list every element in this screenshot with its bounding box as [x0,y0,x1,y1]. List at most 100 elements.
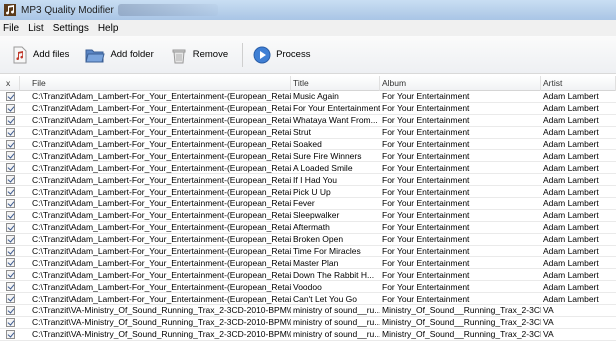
cell-album: For Your Entertainment [382,257,470,268]
row-checkbox[interactable] [6,115,15,125]
table-row[interactable]: C:\Tranzit\VA-Ministry_Of_Sound_Running_… [0,329,616,341]
process-button[interactable]: Process [249,42,314,68]
add-folder-button[interactable]: Add folder [81,42,157,68]
table-row[interactable]: C:\Tranzit\Adam_Lambert-For_Your_Enterta… [0,186,616,199]
row-checkbox[interactable] [6,317,15,327]
row-checkbox[interactable] [6,246,15,256]
app-icon [4,4,16,16]
table-row[interactable]: C:\Tranzit\Adam_Lambert-For_Your_Enterta… [0,257,616,270]
table-row[interactable]: C:\Tranzit\Adam_Lambert-For_Your_Enterta… [0,174,616,187]
table-row[interactable]: C:\Tranzit\VA-Ministry_Of_Sound_Running_… [0,305,616,317]
table-row[interactable]: C:\Tranzit\VA-Ministry_Of_Sound_Running_… [0,317,616,329]
menu-list[interactable]: List [28,23,44,34]
menu-settings[interactable]: Settings [53,23,89,34]
cell-album: For Your Entertainment [382,115,470,126]
table-row[interactable]: C:\Tranzit\Adam_Lambert-For_Your_Enterta… [0,234,616,246]
add-files-button[interactable]: Add files [8,42,73,68]
row-checkbox[interactable] [6,91,15,101]
row-checkbox[interactable] [6,163,15,173]
menu-file[interactable]: File [3,23,19,34]
row-checkbox-cell [0,139,20,149]
cell-title: Sure Fire Winners [293,150,362,161]
column-header-x[interactable]: x [0,76,20,91]
cell-album: For Your Entertainment [382,198,470,209]
table-row[interactable]: C:\Tranzit\Adam_Lambert-For_Your_Enterta… [0,103,616,115]
cell-album: For Your Entertainment [382,293,470,304]
menu-help[interactable]: Help [98,23,119,34]
table-row[interactable]: C:\Tranzit\Adam_Lambert-For_Your_Enterta… [0,127,616,139]
cell-title: Strut [293,127,311,138]
row-checkbox[interactable] [6,282,15,292]
row-checkbox-cell [0,305,20,315]
table-row[interactable]: C:\Tranzit\Adam_Lambert-For_Your_Enterta… [0,162,616,175]
table-row[interactable]: C:\Tranzit\Adam_Lambert-For_Your_Enterta… [0,281,616,294]
table-row[interactable]: C:\Tranzit\Adam_Lambert-For_Your_Enterta… [0,246,616,258]
table-row[interactable]: C:\Tranzit\Adam_Lambert-For_Your_Enterta… [0,222,616,234]
cell-album: For Your Entertainment [382,162,470,173]
row-checkbox[interactable] [6,175,15,185]
row-checkbox[interactable] [6,187,15,197]
cell-album: For Your Entertainment [382,139,470,149]
cell-title: Down The Rabbit H... [293,269,375,280]
table-row[interactable]: C:\Tranzit\Adam_Lambert-For_Your_Enterta… [0,91,616,103]
remove-button[interactable]: Remove [166,42,232,68]
cell-album: For Your Entertainment [382,222,470,233]
cell-file: C:\Tranzit\Adam_Lambert-For_Your_Enterta… [32,246,291,257]
table-row[interactable]: C:\Tranzit\Adam_Lambert-For_Your_Enterta… [0,198,616,210]
row-checkbox-cell [0,175,20,185]
row-checkbox-cell [0,234,20,244]
row-checkbox[interactable] [6,305,15,315]
cell-artist: VA [543,317,554,328]
row-checkbox[interactable] [6,270,15,280]
cell-album: For Your Entertainment [382,174,470,185]
row-checkbox-cell [0,210,20,220]
cell-file: C:\Tranzit\Adam_Lambert-For_Your_Enterta… [32,162,291,173]
column-header-file[interactable]: File [20,76,291,91]
cell-title: Time For Miracles [293,246,361,257]
add-folder-label: Add folder [110,49,154,60]
row-checkbox[interactable] [6,127,15,137]
cell-file: C:\Tranzit\Adam_Lambert-For_Your_Enterta… [32,257,291,268]
cell-file: C:\Tranzit\Adam_Lambert-For_Your_Enterta… [32,115,291,126]
cell-album: For Your Entertainment [382,127,470,138]
cell-album: For Your Entertainment [382,269,470,280]
cell-title: Pick U Up [293,186,331,197]
cell-file: C:\Tranzit\VA-Ministry_Of_Sound_Running_… [32,329,291,340]
cell-album: For Your Entertainment [382,210,470,221]
file-list[interactable]: x File Title Album Artist C:\Tranzit\Ada… [0,76,616,364]
row-checkbox[interactable] [6,294,15,304]
row-checkbox-cell [0,270,20,280]
column-header-title[interactable]: Title [291,76,380,91]
table-row[interactable]: C:\Tranzit\Adam_Lambert-For_Your_Enterta… [0,150,616,163]
toolbar-separator [242,42,244,67]
row-checkbox[interactable] [6,139,15,149]
table-row[interactable]: C:\Tranzit\Adam_Lambert-For_Your_Enterta… [0,115,616,127]
table-row[interactable]: C:\Tranzit\Adam_Lambert-For_Your_Enterta… [0,293,616,306]
column-header-artist[interactable]: Artist [541,76,616,91]
cell-file: C:\Tranzit\Adam_Lambert-For_Your_Enterta… [32,103,291,114]
table-row[interactable]: C:\Tranzit\Adam_Lambert-For_Your_Enterta… [0,210,616,222]
cell-artist: Adam Lambert [543,198,599,209]
row-checkbox[interactable] [6,329,15,339]
cell-file: C:\Tranzit\VA-Ministry_Of_Sound_Running_… [32,317,291,328]
cell-file: C:\Tranzit\Adam_Lambert-For_Your_Enterta… [32,127,291,138]
file-list-header: x File Title Album Artist [0,76,616,91]
remove-icon [172,49,186,63]
cell-title: Can't Let You Go [293,293,358,304]
row-checkbox-cell [0,198,20,208]
cell-file: C:\Tranzit\Adam_Lambert-For_Your_Enterta… [32,210,291,221]
cell-file: C:\Tranzit\Adam_Lambert-For_Your_Enterta… [32,139,291,149]
row-checkbox[interactable] [6,198,15,208]
row-checkbox[interactable] [6,210,15,220]
toolbar: Add files Add folder Remove Process [0,36,616,74]
column-header-album[interactable]: Album [380,76,541,91]
row-checkbox-cell [0,151,20,161]
table-row[interactable]: C:\Tranzit\Adam_Lambert-For_Your_Enterta… [0,139,616,151]
cell-artist: Adam Lambert [543,246,599,257]
row-checkbox[interactable] [6,234,15,244]
row-checkbox[interactable] [6,222,15,232]
table-row[interactable]: C:\Tranzit\Adam_Lambert-For_Your_Enterta… [0,269,616,282]
row-checkbox[interactable] [6,258,15,268]
row-checkbox[interactable] [6,103,15,113]
row-checkbox[interactable] [6,151,15,161]
